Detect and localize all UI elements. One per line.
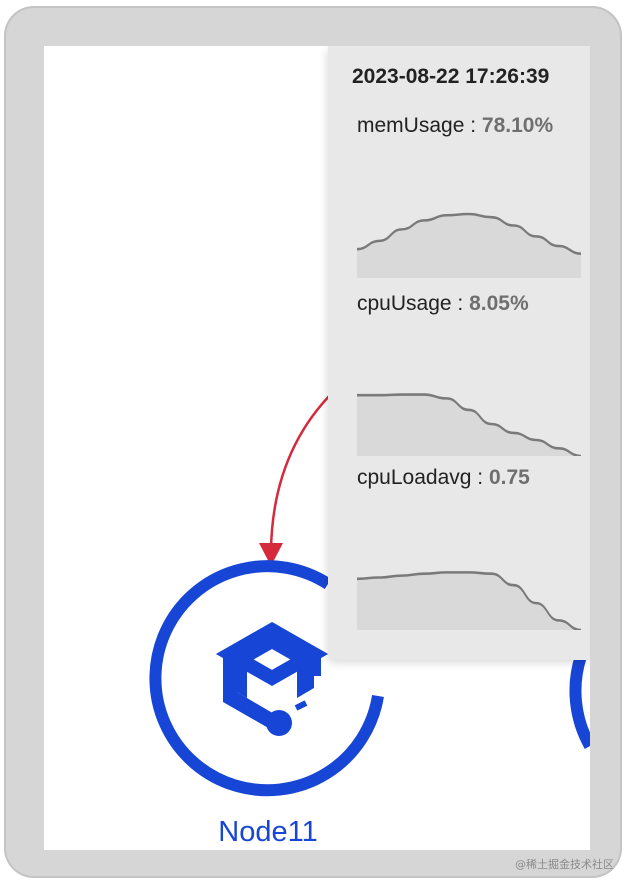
- metric-mem-usage: memUsage : 78.10%: [357, 114, 553, 138]
- metric-name: cpuLoadavg: [357, 466, 472, 489]
- metric-cpu-loadavg: cpuLoadavg : 0.75: [357, 466, 530, 490]
- metric-separator: :: [451, 292, 470, 315]
- tooltip-timestamp: 2023-08-22 17:26:39: [352, 65, 550, 88]
- sparkline-group: [357, 393, 581, 456]
- sparkline-area: [357, 213, 581, 278]
- cube-node-icon[interactable]: [215, 621, 329, 736]
- sparkline-area: [357, 394, 581, 456]
- metric-name: cpuUsage: [357, 292, 452, 315]
- metrics-tooltip: 2023-08-22 17:26:39 memUsage : 78.10% cp…: [328, 46, 590, 660]
- metric-separator: :: [471, 466, 489, 489]
- metric-name: memUsage: [357, 114, 465, 137]
- edge-arrow[interactable]: [269, 390, 335, 552]
- sparkline-mem-usage: [357, 212, 581, 278]
- metric-separator: :: [464, 114, 482, 137]
- sparkline-group: [357, 571, 581, 630]
- metric-cpu-usage: cpuUsage : 8.05%: [357, 292, 529, 316]
- metric-value: 8.05%: [469, 292, 529, 315]
- device-frame: Node11 2023-08-22 17:26:39 memUsage : 78…: [4, 6, 622, 878]
- sparkline-group: [357, 212, 581, 278]
- sparkline-cpu-loadavg: [357, 571, 581, 630]
- node-label: Node11: [218, 816, 318, 848]
- sparkline-area: [357, 572, 581, 630]
- watermark-text: @稀土掘金技术社区: [515, 858, 614, 871]
- metric-value: 78.10%: [481, 114, 554, 137]
- neighbor-node-ring[interactable]: [569, 654, 590, 749]
- topology-canvas[interactable]: Node11 2023-08-22 17:26:39 memUsage : 78…: [44, 46, 590, 850]
- sparkline-cpu-usage: [357, 393, 581, 456]
- metric-value: 0.75: [488, 466, 530, 489]
